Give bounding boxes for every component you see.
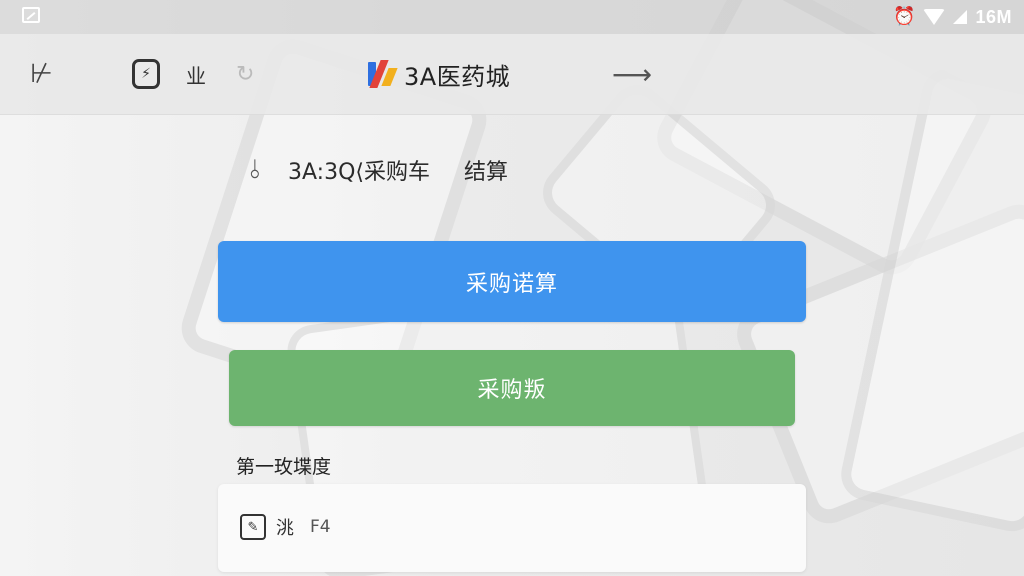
battery-text: 16M	[975, 7, 1012, 27]
tool-icon: ⚡	[132, 59, 160, 89]
brand: 3A医药城	[368, 34, 510, 114]
toolbar: ⊬ ⚡ 业 ↻ 3A医药城 ⟶	[0, 34, 1024, 115]
cart-header: ⫰ 3A:3Q⟨采购车 结算	[240, 150, 508, 190]
status-bar: ⏰ 16M	[0, 0, 1024, 34]
forward-arrow-icon: ⟶	[612, 57, 653, 91]
item-card[interactable]: ✎ 洮 F4	[218, 484, 806, 572]
cart-title: 3A:3Q⟨采购车	[288, 160, 430, 185]
primary-purchase-button[interactable]: 采购诺算	[218, 241, 806, 322]
section-title: 第一玫堞度	[236, 456, 332, 478]
item-text: 洮	[276, 518, 294, 539]
back-icon: ⊬	[30, 59, 53, 89]
page-title: 3A医药城	[404, 62, 511, 91]
image-icon	[22, 7, 40, 23]
checkout-link[interactable]: 结算	[464, 154, 508, 186]
status-indicators: ⏰ 16M	[893, 6, 1012, 28]
signal-icon	[953, 10, 968, 24]
refresh-icon[interactable]: ↻	[236, 62, 254, 87]
anchor-icon: ⫰	[249, 154, 261, 185]
forward-button[interactable]: ⟶	[612, 34, 652, 114]
back-button[interactable]: ⊬	[30, 34, 53, 114]
item-code: F4	[310, 517, 331, 537]
wifi-icon	[923, 9, 946, 25]
list-item[interactable]: ✎ 洮 F4	[240, 514, 331, 540]
tool-button[interactable]: ⚡ 业 ↻	[132, 34, 254, 114]
alarm-icon: ⏰	[893, 6, 916, 27]
secondary-purchase-button[interactable]: 采购叛	[229, 350, 795, 426]
tool-label: 业	[186, 63, 206, 88]
edit-icon: ✎	[240, 514, 266, 540]
brand-logo	[368, 60, 398, 88]
